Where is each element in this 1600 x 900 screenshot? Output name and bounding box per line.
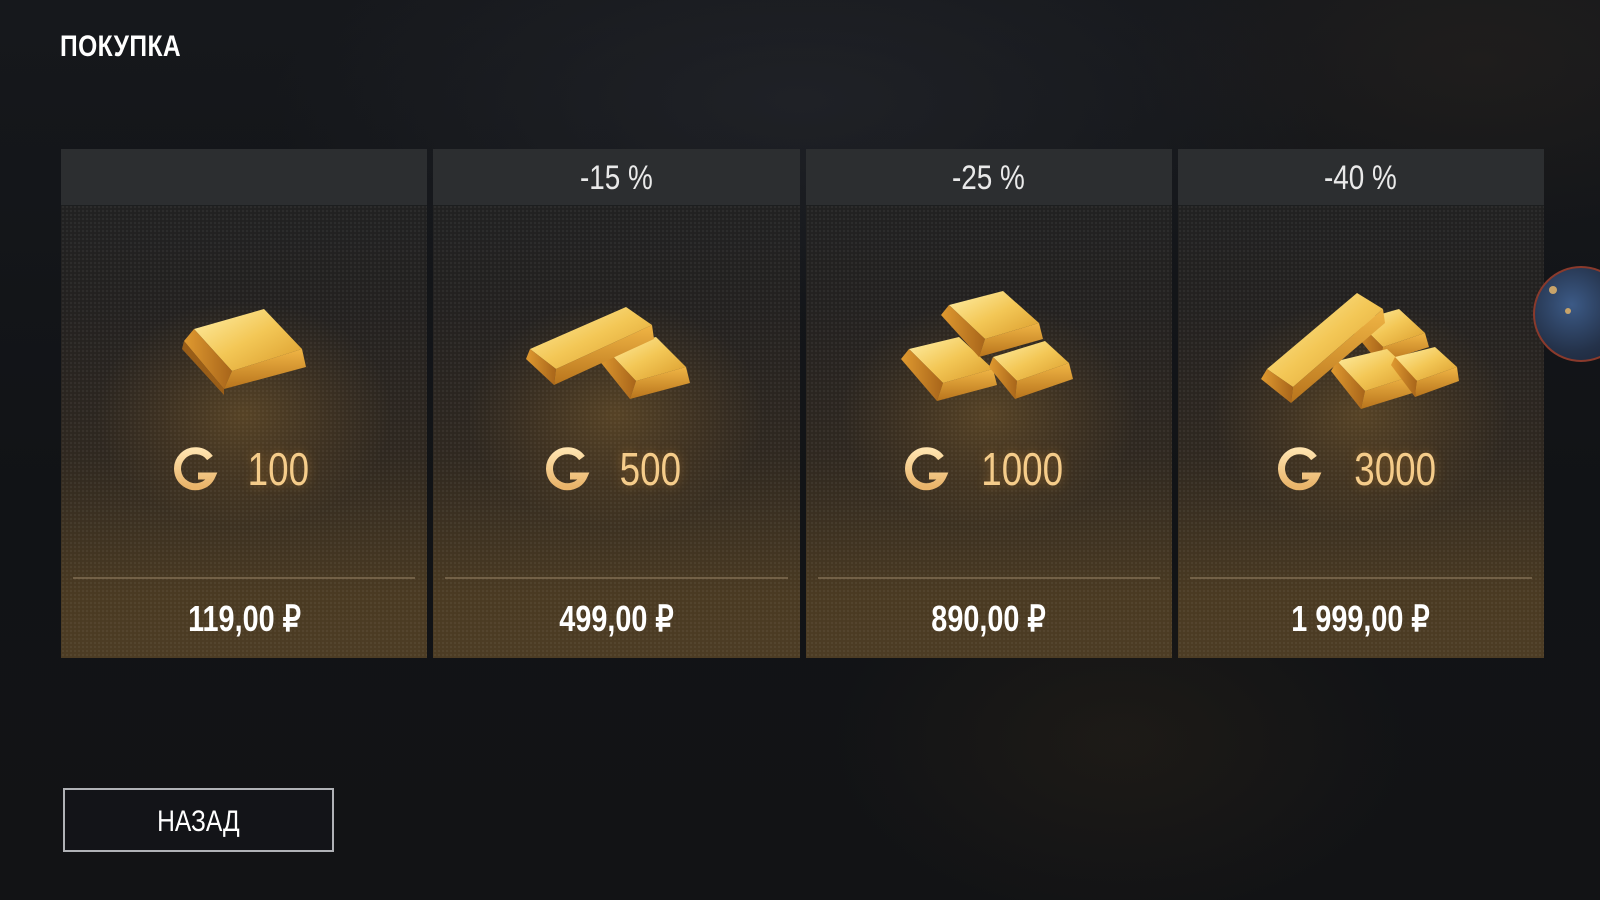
price-label: 119,00 ₽ [187, 598, 301, 639]
discount-badge: -40 % [1177, 149, 1544, 206]
page-title: ПОКУПКА [60, 30, 182, 63]
divider [817, 577, 1160, 579]
gold-amount-value: 3000 [1353, 443, 1436, 495]
gold-bars-pile-image [1260, 293, 1459, 409]
gold-amount-value: 100 [247, 443, 309, 495]
offer-card-100[interactable]: 100 119,00 ₽ [61, 149, 428, 658]
gold-coin-icon [546, 447, 590, 491]
gold-coin-icon [905, 447, 949, 491]
avatar-decoration [1549, 286, 1557, 294]
price-label: 1 999,00 ₽ [1291, 598, 1431, 639]
gold-amount: 500 [433, 439, 799, 499]
gold-coin-icon [173, 447, 218, 491]
offer-card-1000[interactable]: -25 % 1000 890,00 ₽ [805, 149, 1172, 658]
price-label: 890,00 ₽ [931, 598, 1046, 639]
gold-bars-two-image [526, 307, 691, 399]
offer-list: 100 119,00 ₽ -15 % 500 499,00 ₽ -25 % 10… [61, 149, 1544, 658]
back-button[interactable]: НАЗАД [63, 788, 334, 852]
avatar-decoration [1565, 308, 1571, 314]
gold-bars-stack-three-image [900, 291, 1073, 401]
gold-coin-icon [1277, 447, 1322, 491]
gold-amount: 100 [61, 439, 427, 499]
discount-badge: -25 % [805, 149, 1172, 206]
price-label: 499,00 ₽ [559, 598, 674, 639]
gold-bar-single-image [182, 309, 307, 395]
gold-amount-value: 500 [619, 443, 682, 495]
divider [445, 577, 788, 579]
gold-amount-value: 1000 [981, 443, 1064, 495]
offer-card-500[interactable]: -15 % 500 499,00 ₽ [433, 149, 800, 658]
divider [1189, 577, 1532, 579]
divider [73, 577, 416, 579]
purchase-screen: ПОКУПКА 100 119,00 ₽ -15 % 500 499,00 ₽ … [0, 0, 1600, 900]
discount-badge: -15 % [433, 149, 800, 206]
offer-card-3000[interactable]: -40 % 3000 1 999,00 ₽ [1177, 149, 1544, 658]
discount-badge [61, 149, 428, 206]
gold-amount: 1000 [806, 439, 1172, 499]
gold-amount: 3000 [1178, 439, 1544, 499]
